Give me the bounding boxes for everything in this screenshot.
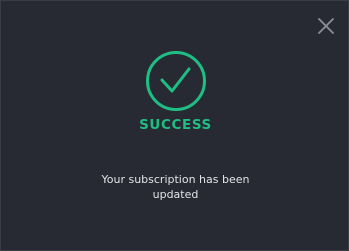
success-dialog: SUCCESS Your subscription has been updat… bbox=[0, 0, 349, 251]
success-status bbox=[145, 50, 207, 112]
success-title: SUCCESS bbox=[139, 117, 212, 133]
close-button[interactable] bbox=[314, 14, 338, 38]
close-icon[interactable] bbox=[314, 14, 338, 38]
check-circle-icon bbox=[146, 51, 206, 111]
success-message: Your subscription has been updated bbox=[101, 173, 250, 201]
